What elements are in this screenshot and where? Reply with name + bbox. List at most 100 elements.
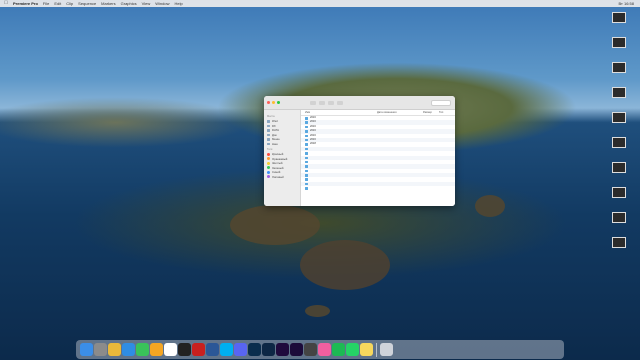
apple-icon[interactable]: 	[3, 0, 9, 7]
desktop-file-icon[interactable]	[604, 37, 634, 62]
menu-edit[interactable]: Edit	[54, 0, 61, 7]
filezilla-icon[interactable]	[192, 343, 205, 356]
minimize-button[interactable]	[272, 101, 275, 104]
column-date[interactable]: Дата изменения	[377, 110, 423, 115]
notes-icon[interactable]	[360, 343, 373, 356]
folder-icon	[305, 182, 308, 186]
screenshot-thumbnail-icon	[612, 62, 626, 73]
tag-dot-icon	[267, 152, 270, 156]
file-list: Имя Дата изменения Размер Тип 2016 2016 20…	[301, 110, 455, 206]
desktop-file-icon[interactable]	[604, 12, 634, 37]
drive-icon	[267, 124, 270, 127]
photoshop-icon[interactable]	[248, 343, 261, 356]
finder-window: Места iPad Dfl DATA Док Меню Наш Теги Кр…	[264, 96, 455, 206]
menu-app-name[interactable]: Premiere Pro	[13, 0, 38, 7]
trash-icon[interactable]	[380, 343, 393, 356]
view-mode-button[interactable]	[319, 100, 325, 105]
skype-icon[interactable]	[220, 343, 233, 356]
folder-icon	[305, 147, 308, 151]
close-button[interactable]	[267, 101, 270, 104]
sidebar-tag[interactable]: Лиловый	[267, 175, 300, 180]
tag-dot-icon	[267, 175, 270, 179]
screenshot-thumbnail-icon	[612, 87, 626, 98]
launchpad-icon[interactable]	[94, 343, 107, 356]
folder-icon	[305, 156, 308, 160]
screenshot-thumbnail-icon	[612, 237, 626, 248]
arrange-button[interactable]	[328, 100, 334, 105]
drive-icon	[267, 129, 270, 132]
safari-icon[interactable]	[122, 343, 135, 356]
screenshot-thumbnail-icon	[612, 212, 626, 223]
drive-icon	[267, 120, 270, 123]
desktop-file-icon[interactable]	[604, 112, 634, 137]
messages-icon[interactable]	[136, 343, 149, 356]
sidebar-heading-tags: Теги	[267, 148, 273, 151]
back-forward-button[interactable]	[310, 100, 316, 105]
folder-icon	[305, 187, 308, 190]
fcp-icon[interactable]	[304, 343, 317, 356]
menu-window[interactable]: Window	[155, 0, 169, 7]
spotify-icon[interactable]	[332, 343, 345, 356]
status-area: Вт 16:58	[619, 0, 635, 7]
zoom-button[interactable]	[277, 101, 280, 104]
tag-dot-icon	[267, 161, 270, 165]
terminal-icon[interactable]	[178, 343, 191, 356]
menu-view[interactable]: View	[142, 0, 151, 7]
folder-icon	[305, 117, 308, 120]
column-size[interactable]: Размер	[423, 110, 439, 115]
menu-file[interactable]: File	[43, 0, 49, 7]
whatsapp-icon[interactable]	[346, 343, 359, 356]
desktop-file-icon[interactable]	[604, 62, 634, 87]
screenshot-thumbnail-icon	[612, 187, 626, 198]
screenshot-thumbnail-icon	[612, 37, 626, 48]
share-button[interactable]	[337, 100, 343, 105]
screenshot-thumbnail-icon	[612, 137, 626, 148]
menu-bar:  Premiere Pro File Edit Clip Sequence M…	[0, 0, 640, 7]
file-rows: 2016 2016 2016 2016 2016 2016 2018	[301, 116, 455, 191]
folder-icon	[267, 142, 270, 145]
word-icon[interactable]	[206, 343, 219, 356]
desktop-file-icon[interactable]	[604, 162, 634, 187]
discord-icon[interactable]	[234, 343, 247, 356]
dock	[76, 340, 564, 359]
table-row[interactable]	[301, 186, 455, 190]
column-kind[interactable]: Тип	[439, 110, 455, 115]
lightroom-icon[interactable]	[262, 343, 275, 356]
folder-icon	[305, 160, 308, 164]
folder-icon	[305, 121, 308, 124]
desktop-file-icon[interactable]	[604, 137, 634, 162]
finder-titlebar[interactable]	[264, 96, 455, 110]
itunes-icon[interactable]	[318, 343, 331, 356]
search-input[interactable]	[431, 99, 451, 106]
clock[interactable]: Вт 16:58	[619, 0, 635, 7]
chrome-icon[interactable]	[108, 343, 121, 356]
column-name[interactable]: Имя	[305, 110, 377, 115]
screenshot-thumbnail-icon	[612, 162, 626, 173]
desktop-file-icon[interactable]	[604, 212, 634, 237]
premiere-icon[interactable]	[276, 343, 289, 356]
desktop-icons	[604, 12, 634, 262]
photos-icon[interactable]	[150, 343, 163, 356]
menu-clip[interactable]: Clip	[66, 0, 73, 7]
folder-icon	[305, 178, 308, 181]
menu-markers[interactable]: Markers	[101, 0, 115, 7]
menu-sequence[interactable]: Sequence	[78, 0, 96, 7]
folder-icon	[305, 152, 308, 155]
finder-icon[interactable]	[80, 343, 93, 356]
folder-icon	[305, 125, 308, 129]
folder-icon	[305, 143, 308, 146]
sidebar-heading-places: Места	[267, 115, 275, 118]
desktop-file-icon[interactable]	[604, 237, 634, 262]
desktop-file-icon[interactable]	[604, 87, 634, 112]
dock-separator	[376, 342, 377, 357]
screenshot-thumbnail-icon	[612, 112, 626, 123]
tag-dot-icon	[267, 166, 270, 170]
sidebar-item[interactable]: Наш	[267, 142, 300, 147]
menu-graphics[interactable]: Graphics	[121, 0, 137, 7]
finder-sidebar: Места iPad Dfl DATA Док Меню Наш Теги Кр…	[264, 110, 301, 206]
after-effects-icon[interactable]	[290, 343, 303, 356]
menu-help[interactable]: Help	[174, 0, 182, 7]
calendar-icon[interactable]	[164, 343, 177, 356]
folder-icon	[267, 133, 270, 136]
desktop-file-icon[interactable]	[604, 187, 634, 212]
